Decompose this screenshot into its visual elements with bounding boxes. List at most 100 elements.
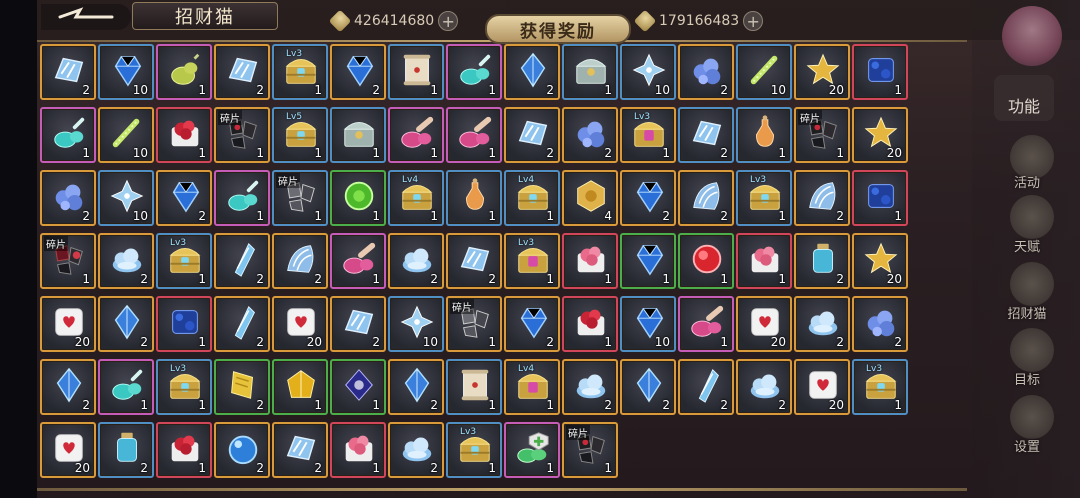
reward-slot[interactable]: 1: [562, 233, 618, 289]
add-diamond-button[interactable]: +: [743, 11, 764, 31]
reward-slot[interactable]: 1: [156, 44, 212, 100]
reward-slot[interactable]: 1: [446, 107, 502, 163]
menu-target[interactable]: 目标: [992, 369, 1062, 388]
reward-slot[interactable]: 10: [98, 107, 154, 163]
reward-slot[interactable]: 碎片 1: [446, 296, 502, 352]
reward-slot[interactable]: 2: [98, 296, 154, 352]
reward-slot[interactable]: 1: [156, 107, 212, 163]
reward-slot[interactable]: 20: [794, 359, 850, 415]
reward-slot[interactable]: 2: [794, 233, 850, 289]
reward-slot[interactable]: 2: [214, 44, 270, 100]
reward-slot[interactable]: 1: [40, 107, 96, 163]
reward-slot[interactable]: 碎片 1: [272, 170, 328, 226]
reward-slot[interactable]: 1: [330, 107, 386, 163]
reward-slot[interactable]: Lv3 1: [504, 233, 560, 289]
reward-slot[interactable]: 2: [330, 44, 386, 100]
reward-slot[interactable]: 20: [272, 296, 328, 352]
reward-slot[interactable]: 1: [562, 44, 618, 100]
reward-slot[interactable]: 10: [98, 44, 154, 100]
reward-slot[interactable]: 2: [330, 296, 386, 352]
reward-slot[interactable]: 1: [678, 233, 734, 289]
reward-slot[interactable]: 2: [272, 233, 328, 289]
reward-slot[interactable]: 2: [156, 170, 212, 226]
reward-slot[interactable]: 2: [678, 359, 734, 415]
reward-slot[interactable]: 碎片 1: [562, 422, 618, 478]
avatar[interactable]: [1002, 6, 1062, 66]
reward-slot[interactable]: 2: [214, 296, 270, 352]
gear-icon[interactable]: [1010, 395, 1054, 439]
reward-slot[interactable]: 2: [504, 44, 560, 100]
reward-slot[interactable]: 2: [504, 107, 560, 163]
menu-lucky-cat[interactable]: 招财猫: [992, 303, 1062, 322]
reward-slot[interactable]: 4: [562, 170, 618, 226]
reward-slot[interactable]: 2: [214, 359, 270, 415]
reward-slot[interactable]: 1: [272, 359, 328, 415]
reward-slot[interactable]: 2: [272, 422, 328, 478]
reward-slot[interactable]: 碎片 1: [214, 107, 270, 163]
lucky-cat-icon[interactable]: [1010, 262, 1054, 306]
reward-slot[interactable]: 1: [388, 44, 444, 100]
reward-slot[interactable]: 2: [214, 422, 270, 478]
reward-slot[interactable]: 2: [388, 233, 444, 289]
reward-slot[interactable]: 2: [736, 359, 792, 415]
reward-slot[interactable]: Lv3 1: [446, 422, 502, 478]
reward-slot[interactable]: 2: [388, 422, 444, 478]
reward-slot[interactable]: 碎片 1: [40, 233, 96, 289]
reward-slot[interactable]: 2: [98, 233, 154, 289]
reward-slot[interactable]: 1: [330, 359, 386, 415]
reward-slot[interactable]: Lv3 1: [156, 359, 212, 415]
reward-slot[interactable]: 20: [852, 107, 908, 163]
add-gold-button[interactable]: +: [438, 11, 459, 31]
reward-slot[interactable]: 10: [98, 170, 154, 226]
reward-slot[interactable]: 1: [562, 296, 618, 352]
reward-slot[interactable]: Lv4 1: [504, 359, 560, 415]
reward-slot[interactable]: 1: [736, 233, 792, 289]
reward-slot[interactable]: 2: [388, 359, 444, 415]
reward-slot[interactable]: 1: [330, 233, 386, 289]
reward-slot[interactable]: 20: [40, 422, 96, 478]
menu-settings[interactable]: 设置: [992, 436, 1062, 455]
reward-slot[interactable]: Lv4 1: [388, 170, 444, 226]
reward-slot[interactable]: 1: [852, 44, 908, 100]
reward-slot[interactable]: 10: [620, 44, 676, 100]
reward-slot[interactable]: 20: [736, 296, 792, 352]
reward-slot[interactable]: 20: [40, 296, 96, 352]
reward-slot[interactable]: 碎片 1: [794, 107, 850, 163]
menu-activity[interactable]: 活动: [992, 172, 1062, 191]
reward-slot[interactable]: Lv3 1: [736, 170, 792, 226]
reward-slot[interactable]: 10: [620, 296, 676, 352]
reward-slot[interactable]: 10: [388, 296, 444, 352]
reward-slot[interactable]: 2: [40, 44, 96, 100]
reward-slot[interactable]: 1: [214, 170, 270, 226]
talent-emblem-icon[interactable]: [1010, 195, 1054, 239]
reward-slot[interactable]: 2: [40, 359, 96, 415]
reward-slot[interactable]: 20: [794, 44, 850, 100]
reward-slot[interactable]: Lv3 1: [620, 107, 676, 163]
reward-slot[interactable]: 2: [794, 170, 850, 226]
reward-slot[interactable]: Lv3 1: [272, 44, 328, 100]
reward-slot[interactable]: 2: [678, 170, 734, 226]
reward-slot[interactable]: 1: [504, 422, 560, 478]
reward-slot[interactable]: Lv3 1: [156, 233, 212, 289]
reward-slot[interactable]: 2: [678, 107, 734, 163]
reward-slot[interactable]: 1: [852, 170, 908, 226]
menu-talent[interactable]: 天赋: [992, 236, 1062, 255]
reward-slot[interactable]: 2: [98, 422, 154, 478]
reward-slot[interactable]: 2: [562, 359, 618, 415]
reward-slot[interactable]: 1: [388, 107, 444, 163]
reward-slot[interactable]: Lv3 1: [852, 359, 908, 415]
reward-slot[interactable]: 1: [330, 422, 386, 478]
reward-slot[interactable]: 1: [446, 170, 502, 226]
reward-slot[interactable]: 2: [852, 296, 908, 352]
reward-slot[interactable]: 1: [678, 296, 734, 352]
reward-slot[interactable]: 2: [620, 359, 676, 415]
reward-slot[interactable]: 1: [156, 422, 212, 478]
reward-slot[interactable]: 2: [620, 170, 676, 226]
reward-slot[interactable]: 1: [446, 44, 502, 100]
reward-slot[interactable]: 2: [446, 233, 502, 289]
target-icon[interactable]: [1010, 328, 1054, 372]
reward-slot[interactable]: 2: [214, 233, 270, 289]
reward-slot[interactable]: 1: [620, 233, 676, 289]
function-button[interactable]: 功能: [994, 75, 1054, 121]
reward-slot[interactable]: 2: [678, 44, 734, 100]
